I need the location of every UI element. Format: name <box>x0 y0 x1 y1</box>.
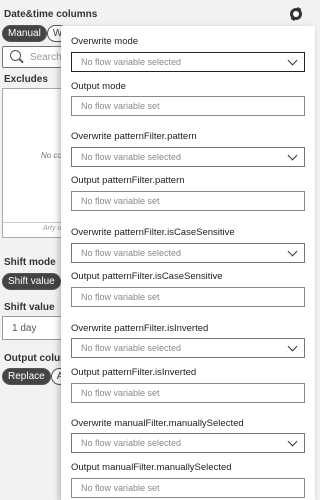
select-value: No flow variable selected <box>81 57 182 67</box>
textbox-value: No flow variable set <box>81 292 160 302</box>
mode-manual-pill[interactable]: Manual <box>2 25 47 42</box>
field-label: Overwrite manualFilter.manuallySelected <box>71 418 244 429</box>
field-label: Overwrite mode <box>71 36 139 47</box>
shift-mode-toggle: Shift value <box>2 273 61 290</box>
select-value: No flow variable selected <box>81 248 182 258</box>
search-placeholder: Search <box>30 52 62 63</box>
field-label: Overwrite patternFilter.isCaseSensitive <box>71 227 235 238</box>
replace-pill[interactable]: Replace <box>2 368 51 385</box>
flow-variables-popover: Overwrite mode No flow variable selected… <box>61 26 315 500</box>
mode-toggle: Manual W <box>2 25 69 42</box>
overwrite-mode-select[interactable]: No flow variable selected <box>71 52 305 72</box>
output-inverted-field[interactable]: No flow variable set <box>71 383 305 403</box>
textbox-value: No flow variable set <box>81 101 160 111</box>
output-case-sensitive-field[interactable]: No flow variable set <box>71 287 305 307</box>
field-label: Output patternFilter.isInverted <box>71 367 197 378</box>
overwrite-manually-selected-select[interactable]: No flow variable selected <box>71 433 305 453</box>
textbox-value: No flow variable set <box>81 388 160 398</box>
textbox-value: No flow variable set <box>81 196 160 206</box>
chevron-down-icon <box>287 150 298 161</box>
output-manually-selected-field[interactable]: No flow variable set <box>71 478 305 498</box>
output-mode-field[interactable]: No flow variable set <box>71 96 305 116</box>
chevron-down-icon <box>287 55 298 66</box>
field-label: Overwrite patternFilter.isInverted <box>71 323 209 334</box>
field-label: Output manualFilter.manuallySelected <box>71 462 232 473</box>
shift-value-label: Shift value <box>4 302 55 313</box>
excludes-empty-text: No co <box>41 151 62 160</box>
select-value: No flow variable selected <box>81 152 182 162</box>
output-pattern-field[interactable]: No flow variable set <box>71 191 305 211</box>
field-label: Output patternFilter.pattern <box>71 175 185 186</box>
textbox-value: No flow variable set <box>81 483 160 493</box>
shift-value-text: 1 day <box>12 323 37 334</box>
chevron-down-icon <box>287 246 298 257</box>
overwrite-case-sensitive-select[interactable]: No flow variable selected <box>71 243 305 263</box>
chevron-down-icon <box>287 341 298 352</box>
field-label: Output mode <box>71 81 126 92</box>
field-label: Output patternFilter.isCaseSensitive <box>71 271 223 282</box>
shift-value-pill[interactable]: Shift value <box>2 273 61 290</box>
chevron-down-icon <box>287 436 298 447</box>
shift-mode-label: Shift mode <box>4 257 56 268</box>
select-value: No flow variable selected <box>81 438 182 448</box>
search-icon <box>10 50 21 61</box>
field-label: Overwrite patternFilter.pattern <box>71 131 197 142</box>
overwrite-inverted-select[interactable]: No flow variable selected <box>71 338 305 358</box>
output-toggle: Replace A <box>2 368 70 385</box>
overwrite-pattern-select[interactable]: No flow variable selected <box>71 147 305 167</box>
excludes-label: Excludes <box>4 74 48 85</box>
select-value: No flow variable selected <box>81 343 182 353</box>
flow-variable-icon[interactable] <box>290 8 302 20</box>
excludes-footer-text: Arty u <box>43 225 62 232</box>
section-title: Date&time columns <box>4 9 98 20</box>
